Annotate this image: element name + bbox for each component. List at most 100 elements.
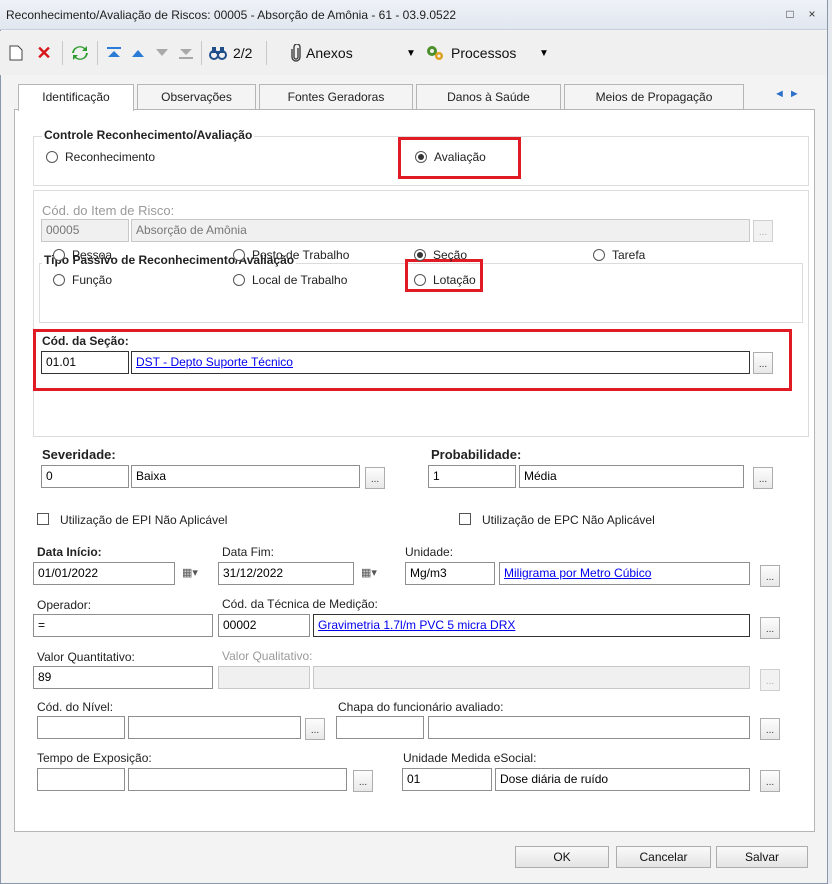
last-record-icon[interactable] xyxy=(176,43,196,63)
probabilidade-code-input[interactable]: 1 xyxy=(428,465,516,488)
radio-funcao[interactable] xyxy=(53,274,65,286)
probabilidade-description: Média xyxy=(519,465,744,488)
radio-tarefa[interactable] xyxy=(593,249,605,261)
nivel-lookup-button[interactable]: ... xyxy=(305,718,325,740)
data-fim-input[interactable]: 31/12/2022 xyxy=(218,562,354,585)
nivel-label: Cód. do Nível: xyxy=(37,700,114,714)
nivel-code-input[interactable] xyxy=(37,716,125,739)
tecnica-description-link[interactable]: Gravimetria 1.7l/m PVC 5 micra DRX xyxy=(318,618,515,632)
unidade-esocial-lookup-button[interactable]: ... xyxy=(760,770,780,792)
tab-meios-propagacao[interactable]: Meios de Propagação xyxy=(564,84,744,109)
radio-secao[interactable] xyxy=(414,249,426,261)
tempo-exposicao-code-input[interactable] xyxy=(37,768,125,791)
calendar-icon[interactable]: ▦▾ xyxy=(178,562,202,584)
item-risco-code: 00005 xyxy=(41,219,129,242)
restore-button[interactable]: □ xyxy=(782,6,798,22)
save-button[interactable]: Salvar xyxy=(716,846,808,868)
toolbar-separator xyxy=(97,41,98,65)
tempo-exposicao-lookup-button[interactable]: ... xyxy=(353,770,373,792)
valor-qualitativo-description xyxy=(313,666,750,689)
epi-checkbox[interactable] xyxy=(37,513,49,525)
unidade-description-link[interactable]: Miligrama por Metro Cúbico xyxy=(504,566,651,580)
radio-funcao-label: Função xyxy=(72,273,113,287)
data-inicio-input[interactable]: 01/01/2022 xyxy=(33,562,175,585)
epc-label: Utilização de EPC Não Aplicável xyxy=(482,513,655,527)
radio-avaliacao[interactable] xyxy=(415,151,427,163)
unidade-esocial-label: Unidade Medida eSocial: xyxy=(403,751,537,765)
tecnica-label: Cód. da Técnica de Medição: xyxy=(222,597,378,611)
radio-reconhecimento[interactable] xyxy=(46,151,58,163)
valor-qualitativo-label: Valor Qualitativo: xyxy=(222,649,313,663)
next-record-icon[interactable] xyxy=(152,43,172,63)
refresh-icon[interactable] xyxy=(70,43,90,63)
probabilidade-lookup-button[interactable]: ... xyxy=(753,467,773,489)
radio-pessoa[interactable] xyxy=(53,249,65,261)
toolbar-separator xyxy=(201,41,202,65)
ok-button[interactable]: OK xyxy=(515,846,609,868)
toolbar-separator xyxy=(62,41,63,65)
severidade-code-input[interactable]: 0 xyxy=(41,465,129,488)
chevron-down-icon[interactable]: ▼ xyxy=(534,43,554,63)
delete-icon[interactable]: ✕ xyxy=(34,43,54,63)
epc-checkbox[interactable] xyxy=(459,513,471,525)
tempo-exposicao-label: Tempo de Exposição: xyxy=(37,751,152,765)
unidade-label: Unidade: xyxy=(405,545,454,559)
find-icon[interactable] xyxy=(208,43,228,63)
valor-quantitativo-input[interactable]: 89 xyxy=(33,666,213,689)
secao-lookup-button[interactable]: ... xyxy=(753,352,773,374)
secao-description-link[interactable]: DST - Depto Suporte Técnico xyxy=(136,355,293,369)
tab-observacoes[interactable]: Observações xyxy=(137,84,256,109)
calendar-icon[interactable]: ▦▾ xyxy=(357,562,381,584)
valor-qualitativo-lookup-button: ... xyxy=(760,669,780,691)
processes-menu[interactable]: Processos xyxy=(451,45,516,61)
tab-scroll-arrows[interactable]: ◄► xyxy=(774,88,810,106)
unidade-description[interactable]: Miligrama por Metro Cúbico xyxy=(499,562,750,585)
radio-avaliacao-label: Avaliação xyxy=(434,150,486,164)
unidade-code-input[interactable]: Mg/m3 xyxy=(405,562,495,585)
chapa-code-input[interactable] xyxy=(336,716,424,739)
data-fim-label: Data Fim: xyxy=(222,545,275,559)
tab-danos-saude[interactable]: Danos à Saúde xyxy=(416,84,561,109)
tab-fontes-geradoras[interactable]: Fontes Geradoras xyxy=(259,84,413,109)
tab-strip: Identificação Observações Fontes Gerador… xyxy=(14,84,814,111)
record-counter: 2/2 xyxy=(233,45,253,61)
nivel-description xyxy=(128,716,301,739)
toolbar-separator xyxy=(266,41,267,65)
severidade-label: Severidade: xyxy=(42,447,116,462)
unidade-esocial-code-input[interactable]: 01 xyxy=(402,768,492,791)
unidade-lookup-button[interactable]: ... xyxy=(760,565,780,587)
background-window-edge xyxy=(828,0,832,884)
previous-record-icon[interactable] xyxy=(128,43,148,63)
secao-label: Cód. da Seção: xyxy=(42,334,129,348)
radio-local-trabalho[interactable] xyxy=(233,274,245,286)
tecnica-description[interactable]: Gravimetria 1.7l/m PVC 5 micra DRX xyxy=(313,614,750,637)
processes-icon[interactable] xyxy=(425,43,445,63)
tab-identificacao[interactable]: Identificação xyxy=(18,84,134,111)
chapa-lookup-button[interactable]: ... xyxy=(760,718,780,740)
cancel-button[interactable]: Cancelar xyxy=(616,846,711,868)
epi-label: Utilização de EPI Não Aplicável xyxy=(60,513,228,527)
severidade-lookup-button[interactable]: ... xyxy=(365,467,385,489)
chapa-description xyxy=(428,716,750,739)
secao-description[interactable]: DST - Depto Suporte Técnico xyxy=(131,351,750,374)
close-button[interactable]: × xyxy=(804,6,820,22)
unidade-esocial-description: Dose diária de ruído xyxy=(495,768,750,791)
operador-input[interactable]: = xyxy=(33,614,213,637)
tecnica-code-input[interactable]: 00002 xyxy=(218,614,310,637)
radio-posto-trabalho[interactable] xyxy=(233,249,245,261)
item-risco-description: Absorção de Amônia xyxy=(131,219,750,242)
severidade-description: Baixa xyxy=(131,465,360,488)
attachment-icon[interactable] xyxy=(286,43,306,63)
radio-lotacao-label: Lotação xyxy=(433,273,476,287)
tecnica-lookup-button[interactable]: ... xyxy=(760,617,780,639)
item-risco-label: Cód. do Item de Risco: xyxy=(42,203,175,218)
secao-code-input[interactable]: 01.01 xyxy=(41,351,129,374)
first-record-icon[interactable] xyxy=(104,43,124,63)
valor-qualitativo-code xyxy=(218,666,310,689)
new-document-icon[interactable] xyxy=(6,43,26,63)
attachments-menu[interactable]: Anexos xyxy=(306,45,353,61)
radio-lotacao[interactable] xyxy=(414,274,426,286)
toolbar: ✕ 2/2 Anexos ▼ Processos ▼ xyxy=(0,31,827,75)
chevron-down-icon[interactable]: ▼ xyxy=(401,43,421,63)
radio-tarefa-label: Tarefa xyxy=(612,248,646,262)
